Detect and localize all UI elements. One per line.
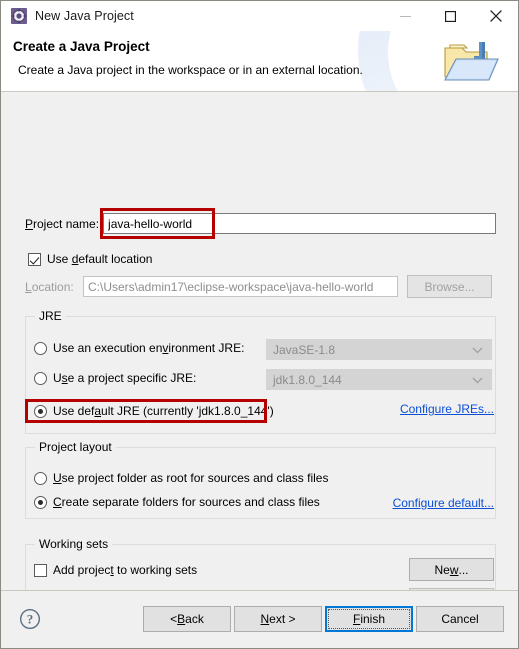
dialog-footer: ? < Back Next > Finish Cancel bbox=[1, 590, 518, 648]
finish-button[interactable]: Finish bbox=[325, 606, 413, 632]
jre-project-specific-radio[interactable] bbox=[34, 371, 47, 385]
use-default-location-checkbox[interactable] bbox=[28, 252, 41, 266]
page-title: Create a Java Project bbox=[13, 39, 150, 54]
jre-option-execution-environment[interactable]: Use an execution environment JRE: bbox=[34, 341, 244, 355]
jre-execution-environment-combo[interactable]: JavaSE-1.8 bbox=[266, 339, 492, 360]
new-working-set-button[interactable]: Ne w... bbox=[409, 558, 494, 581]
project-name-label: Project name: bbox=[25, 216, 100, 231]
use-default-location-row[interactable]: Use default location bbox=[28, 252, 152, 266]
dialog-body: Project name: Use default location Locat… bbox=[1, 92, 518, 626]
new-java-project-dialog: New Java Project Create a Java Project C… bbox=[0, 0, 519, 649]
layout-project-folder-root-label: Use project folder as root for sources a… bbox=[53, 471, 329, 485]
cancel-button[interactable]: Cancel bbox=[416, 606, 504, 632]
title-bar: New Java Project bbox=[1, 1, 518, 31]
svg-text:?: ? bbox=[27, 612, 34, 627]
jre-execution-environment-radio[interactable] bbox=[34, 341, 47, 355]
minimize-icon bbox=[400, 15, 411, 17]
page-subtitle: Create a Java project in the workspace o… bbox=[18, 63, 363, 77]
chevron-down-icon bbox=[472, 343, 483, 357]
layout-separate-folders-radio[interactable] bbox=[34, 495, 47, 509]
window-title: New Java Project bbox=[35, 9, 134, 23]
jre-project-specific-label: Use a project specific JRE: bbox=[53, 371, 197, 385]
java-project-folder-icon bbox=[442, 39, 500, 85]
back-button[interactable]: < Back bbox=[143, 606, 231, 632]
layout-option-separate-folders[interactable]: Create separate folders for sources and … bbox=[34, 495, 320, 509]
close-button[interactable] bbox=[473, 1, 518, 31]
next-button[interactable]: Next > bbox=[234, 606, 322, 632]
jre-execution-environment-combo-value: JavaSE-1.8 bbox=[273, 342, 336, 357]
wizard-header: Create a Java Project Create a Java proj… bbox=[1, 31, 518, 92]
jre-option-default[interactable]: Use default JRE (currently 'jdk1.8.0_144… bbox=[34, 404, 274, 418]
project-name-row: Project name: bbox=[25, 213, 497, 234]
footer-button-bar: < Back Next > Finish Cancel bbox=[143, 606, 504, 632]
jre-default-label: Use default JRE (currently 'jdk1.8.0_144… bbox=[53, 404, 274, 418]
configure-jres-link[interactable]: Configure JREs... bbox=[400, 402, 494, 416]
maximize-icon bbox=[445, 10, 456, 22]
working-sets-group-title: Working sets bbox=[35, 537, 113, 551]
browse-button[interactable]: Browse... bbox=[407, 275, 492, 298]
project-name-input[interactable] bbox=[103, 213, 497, 234]
use-default-location-label: Use default location bbox=[47, 252, 153, 266]
location-row: Location: Browse... bbox=[25, 275, 492, 298]
jre-group-title: JRE bbox=[35, 309, 66, 323]
layout-project-folder-root-radio[interactable] bbox=[34, 471, 47, 485]
jre-execution-environment-label: Use an execution environment JRE: bbox=[53, 341, 245, 355]
window-controls bbox=[383, 1, 518, 31]
location-label: Location: bbox=[25, 279, 74, 294]
jre-option-project-specific[interactable]: Use a project specific JRE: bbox=[34, 371, 196, 385]
project-layout-group-title: Project layout bbox=[35, 440, 116, 454]
jre-default-radio[interactable] bbox=[34, 404, 47, 418]
add-project-to-working-sets-label: Add project to working sets bbox=[53, 563, 198, 577]
maximize-button[interactable] bbox=[428, 1, 473, 31]
jre-project-specific-combo[interactable]: jdk1.8.0_144 bbox=[266, 369, 492, 390]
layout-separate-folders-label: Create separate folders for sources and … bbox=[53, 495, 320, 509]
help-icon[interactable]: ? bbox=[19, 608, 41, 630]
layout-option-project-folder-root[interactable]: Use project folder as root for sources a… bbox=[34, 471, 328, 485]
add-project-to-working-sets-row[interactable]: Add project to working sets bbox=[34, 563, 197, 577]
location-input[interactable] bbox=[83, 276, 398, 297]
add-project-to-working-sets-checkbox[interactable] bbox=[34, 563, 47, 577]
configure-default-link[interactable]: Configure default... bbox=[393, 496, 494, 510]
minimize-button[interactable] bbox=[383, 1, 428, 31]
jre-project-specific-combo-value: jdk1.8.0_144 bbox=[273, 372, 342, 387]
close-icon bbox=[489, 10, 502, 22]
chevron-down-icon bbox=[472, 373, 483, 387]
java-project-wizard-icon bbox=[11, 8, 27, 24]
